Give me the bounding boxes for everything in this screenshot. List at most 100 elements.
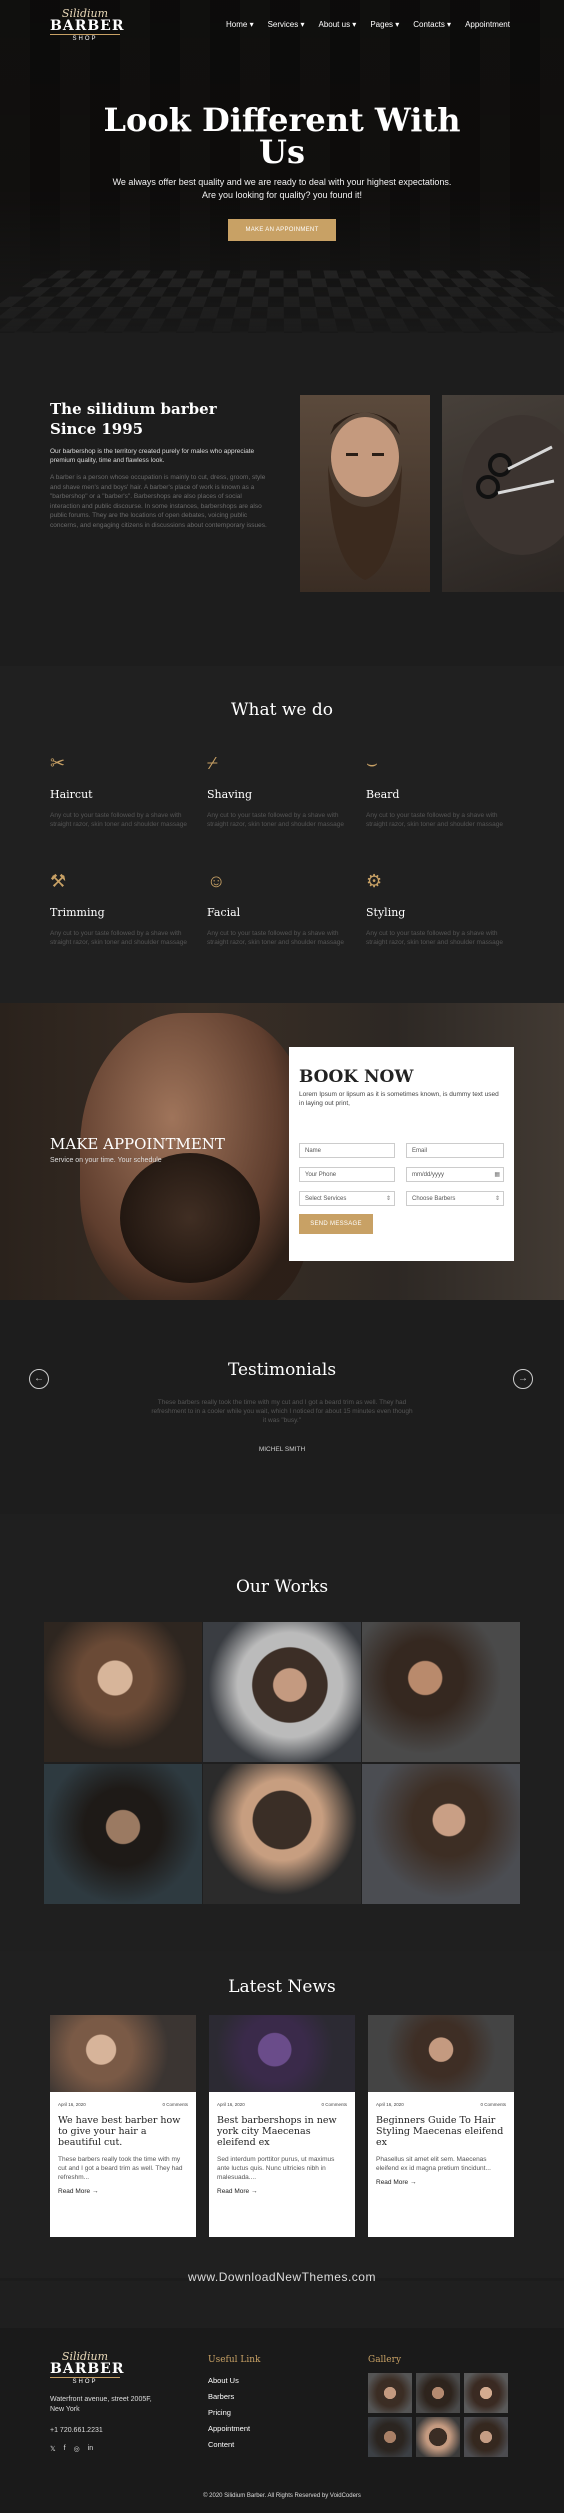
service-shaving[interactable]: ⌿ Shaving Any cut to your taste followed… — [207, 752, 357, 829]
nav-pages[interactable]: Pages ▾ — [370, 20, 399, 29]
beard-icon: ⌣ — [366, 753, 378, 773]
arrow-right-icon[interactable]: → — [513, 1369, 533, 1389]
news-image — [368, 2015, 514, 2092]
footer-link-pricing[interactable]: Pricing — [208, 2405, 250, 2421]
about-body: A barber is a person whose occupation is… — [50, 474, 267, 529]
news-card[interactable]: April 16, 2020 0 Comments We have best ba… — [50, 2015, 196, 2237]
service-select[interactable]: Select Services ⇕ — [299, 1191, 395, 1206]
services-title: What we do — [231, 700, 333, 720]
footer-phone[interactable]: +1 720.661.2231 — [50, 2427, 103, 2434]
news-title-link[interactable]: Beginners Guide To Hair Styling Maecenas… — [368, 2107, 514, 2148]
email-field[interactable]: Email — [406, 1143, 504, 1158]
scissors-photo — [442, 395, 564, 592]
calendar-icon: ▦ — [494, 1172, 500, 1178]
testimonials-title: Testimonials — [227, 1360, 337, 1380]
read-more-link[interactable]: Read More → — [368, 2173, 514, 2186]
chevron-down-icon: ⇕ — [494, 1196, 500, 1202]
work-photo-6[interactable] — [362, 1764, 520, 1904]
news-section: Latest News April 16, 2020 0 Comments We … — [0, 1951, 564, 2278]
about-lead: Our barbershop is the territory created … — [50, 448, 255, 464]
works-title: Our Works — [235, 1577, 329, 1597]
bearded-man-photo — [300, 395, 430, 592]
about-section: The silidium barber Since 1995 Our barbe… — [0, 333, 564, 666]
linkedin-icon[interactable]: in — [88, 2445, 93, 2453]
hero-section: Silidium BARBER SHOP Home ▾ Services ▾ A… — [0, 0, 564, 333]
name-field[interactable]: Name — [299, 1143, 395, 1158]
gallery-title: Gallery — [368, 2355, 402, 2365]
nav-appointment[interactable]: Appointment — [465, 20, 510, 29]
service-haircut[interactable]: ✂ Haircut Any cut to your taste followed… — [50, 752, 200, 829]
read-more-link[interactable]: Read More → — [209, 2182, 355, 2195]
footer-link-barbers[interactable]: Barbers — [208, 2389, 250, 2405]
scissors-icon: ✂ — [50, 753, 66, 773]
service-facial[interactable]: ☺ Facial Any cut to your taste followed … — [207, 870, 357, 947]
gallery-thumb[interactable] — [416, 2417, 460, 2457]
phone-field[interactable]: Your Phone — [299, 1167, 395, 1182]
footer-link-about[interactable]: About Us — [208, 2373, 250, 2389]
testimonial-quote: These barbers really took the time with … — [151, 1399, 413, 1424]
facial-mask-icon: ☺ — [207, 871, 226, 891]
trimmer-icon: ⚒ — [50, 871, 67, 891]
useful-links: About Us Barbers Pricing Appointment Con… — [208, 2373, 250, 2453]
gallery-thumb[interactable] — [368, 2417, 412, 2457]
hero-title: Look Different With Us — [103, 101, 461, 171]
appointment-section: MAKE APPOINTMENT Service on your time. Y… — [0, 1003, 564, 1300]
hero-appointment-button[interactable]: MAKE AN APPOINMENT — [228, 219, 336, 241]
gallery-thumb[interactable] — [464, 2373, 508, 2413]
news-title: Latest News — [228, 1977, 336, 1997]
work-photo-3[interactable] — [362, 1622, 520, 1762]
testimonials-section: Testimonials ← → These barbers really to… — [0, 1300, 564, 1514]
watermark: www.DownloadNewThemes.com — [188, 2270, 376, 2284]
work-photo-5[interactable] — [203, 1764, 361, 1904]
work-photo-2[interactable] — [203, 1622, 361, 1762]
booking-description: Lorem Ipsum or lipsum as it is sometimes… — [299, 1091, 499, 1107]
appointment-tagline: Service on your time. Your schedule — [50, 1157, 162, 1164]
work-photo-1[interactable] — [44, 1622, 202, 1762]
service-trimming[interactable]: ⚒ Trimming Any cut to your taste followe… — [50, 870, 200, 947]
news-card[interactable]: April 16, 2020 0 Comments Beginners Guide… — [368, 2015, 514, 2237]
booking-form: BOOK NOW Lorem Ipsum or lipsum as it is … — [289, 1047, 514, 1261]
twitter-icon[interactable]: 𝕏 — [50, 2445, 56, 2453]
footer-link-content[interactable]: Content — [208, 2437, 250, 2453]
nav-services[interactable]: Services ▾ — [268, 20, 305, 29]
razor-icon: ⌿ — [207, 753, 218, 773]
footer-logo[interactable]: Silidium BARBER SHOP — [50, 2351, 123, 2385]
facebook-icon[interactable]: f — [64, 2445, 66, 2453]
nav-contacts[interactable]: Contacts ▾ — [413, 20, 451, 29]
arrow-left-icon[interactable]: ← — [29, 1369, 49, 1389]
gallery-thumb[interactable] — [416, 2373, 460, 2413]
site-logo[interactable]: Silidium BARBER SHOP — [50, 8, 123, 42]
send-message-button[interactable]: SEND MESSAGE — [299, 1214, 373, 1234]
nav-home[interactable]: Home ▾ — [226, 20, 254, 29]
gallery-thumb[interactable] — [368, 2373, 412, 2413]
booking-title: BOOK NOW — [299, 1067, 414, 1087]
social-links: 𝕏 f ◎ in — [50, 2445, 93, 2453]
work-photo-4[interactable] — [44, 1764, 202, 1904]
read-more-link[interactable]: Read More → — [50, 2182, 196, 2195]
footer-link-appointment[interactable]: Appointment — [208, 2421, 250, 2437]
news-image — [50, 2015, 196, 2092]
news-image — [209, 2015, 355, 2092]
service-beard[interactable]: ⌣ Beard Any cut to your taste followed b… — [366, 752, 516, 829]
news-title-link[interactable]: Best barbershops in new york city Maecen… — [209, 2107, 355, 2148]
testimonial-author: MICHEL SMITH — [258, 1446, 306, 1453]
date-field[interactable]: mm/dd/yyyy ▦ — [406, 1167, 504, 1182]
chevron-down-icon: ⇕ — [385, 1196, 391, 1202]
news-title-link[interactable]: We have best barber how to give your hai… — [50, 2107, 196, 2148]
nav-about[interactable]: About us ▾ — [319, 20, 357, 29]
hair-dryer-icon: ⚙ — [366, 871, 383, 891]
about-title: The silidium barber Since 1995 — [50, 400, 217, 438]
barber-select[interactable]: Choose Barbers ⇕ — [406, 1191, 504, 1206]
services-section: What we do ✂ Haircut Any cut to your tas… — [0, 666, 564, 1003]
gallery-thumb[interactable] — [464, 2417, 508, 2457]
instagram-icon[interactable]: ◎ — [74, 2445, 80, 2453]
footer-address: Waterfront avenue, street 2005F, New Yor… — [50, 2396, 152, 2413]
copyright: © 2020 Silidium Barber. All Rights Reser… — [203, 2493, 361, 2499]
hero-subtitle: We always offer best quality and we are … — [112, 177, 452, 200]
news-card[interactable]: April 16, 2020 0 Comments Best barbershop… — [209, 2015, 355, 2237]
service-styling[interactable]: ⚙ Styling Any cut to your taste followed… — [366, 870, 516, 947]
appointment-title: MAKE APPOINTMENT — [50, 1135, 225, 1153]
main-nav: Home ▾ Services ▾ About us ▾ Pages ▾ Con… — [226, 20, 510, 29]
site-footer: Silidium BARBER SHOP Waterfront avenue, … — [0, 2281, 564, 2513]
useful-links-title: Useful Link — [208, 2355, 261, 2365]
